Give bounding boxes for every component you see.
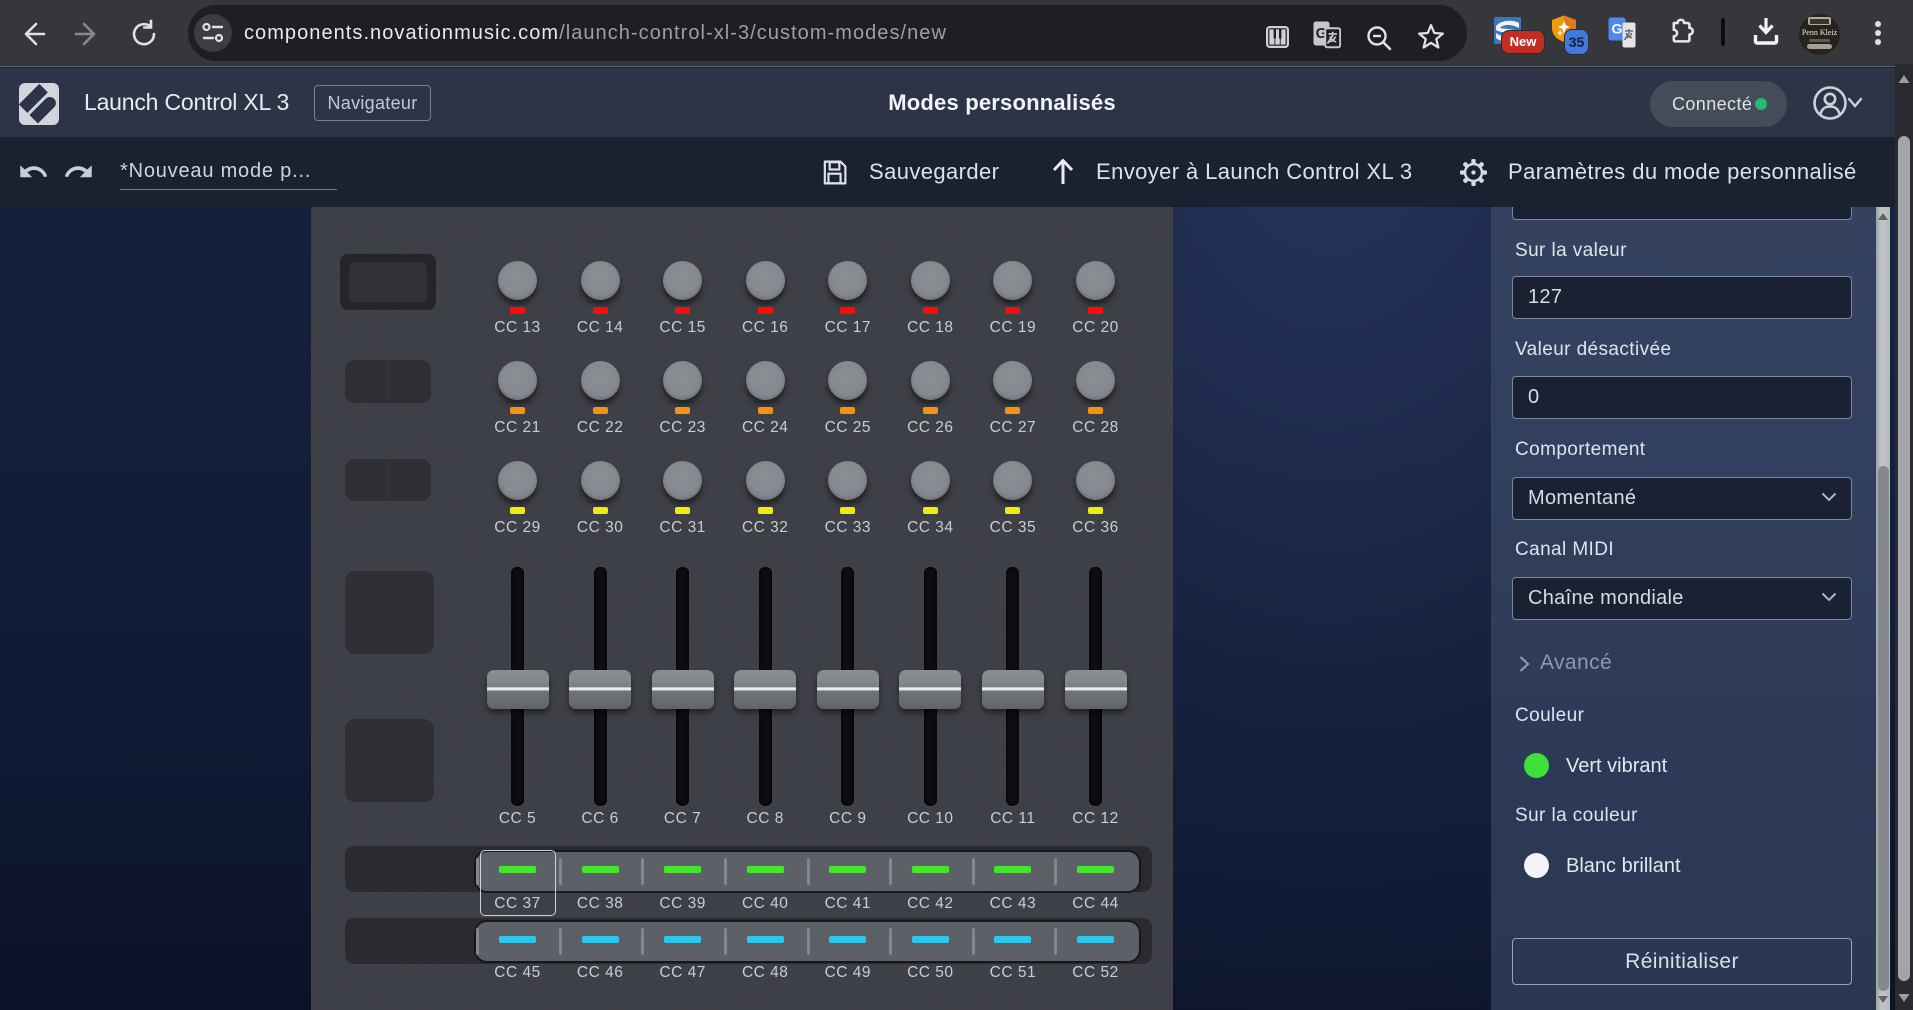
svg-text:G: G <box>1612 21 1623 37</box>
